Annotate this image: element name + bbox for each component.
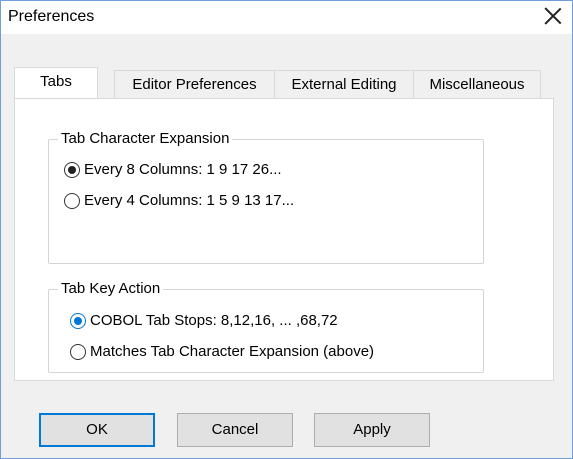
radio-label: Matches Tab Character Expansion (above) (90, 343, 375, 360)
radio-every-4-columns[interactable]: Every 4 Columns: 1 5 9 13 17... (64, 192, 294, 209)
tab-editor-preferences[interactable]: Editor Preferences (114, 70, 275, 98)
radio-selected-icon[interactable] (64, 161, 80, 178)
tab-panel: Tab Character Expansion Every 8 Columns:… (14, 98, 554, 381)
radio-cobol-tab-stops[interactable]: COBOL Tab Stops: 8,12,16, ... ,68,72 (70, 312, 338, 329)
radio-unselected-icon[interactable] (70, 343, 86, 360)
radio-label: Every 4 Columns: 1 5 9 13 17... (84, 192, 295, 209)
radio-matches-tab-expansion[interactable]: Matches Tab Character Expansion (above) (70, 343, 374, 360)
title-bar: Preferences (1, 1, 572, 34)
radio-every-8-columns[interactable]: Every 8 Columns: 1 9 17 26... (64, 161, 282, 178)
tab-external-editing[interactable]: External Editing (274, 70, 414, 98)
apply-button[interactable]: Apply (314, 413, 430, 447)
tab-miscellaneous[interactable]: Miscellaneous (413, 70, 541, 98)
tab-key-action-group: Tab Key Action COBOL Tab Stops: 8,12,16,… (48, 280, 484, 373)
group-legend: Tab Character Expansion (58, 130, 233, 147)
radio-label: COBOL Tab Stops: 8,12,16, ... ,68,72 (90, 312, 338, 329)
close-icon[interactable] (542, 5, 564, 27)
group-legend: Tab Key Action (58, 280, 164, 297)
window-title: Preferences (8, 8, 95, 25)
radio-unselected-icon[interactable] (64, 192, 80, 209)
tab-character-expansion-group: Tab Character Expansion Every 8 Columns:… (48, 130, 484, 264)
radio-label: Every 8 Columns: 1 9 17 26... (84, 161, 282, 178)
preferences-dialog: Preferences Editor Preferences External … (0, 0, 573, 459)
tab-tabs[interactable]: Tabs (14, 67, 98, 98)
cancel-button[interactable]: Cancel (177, 413, 293, 447)
ok-button[interactable]: OK (39, 413, 155, 447)
radio-selected-icon[interactable] (70, 312, 86, 329)
